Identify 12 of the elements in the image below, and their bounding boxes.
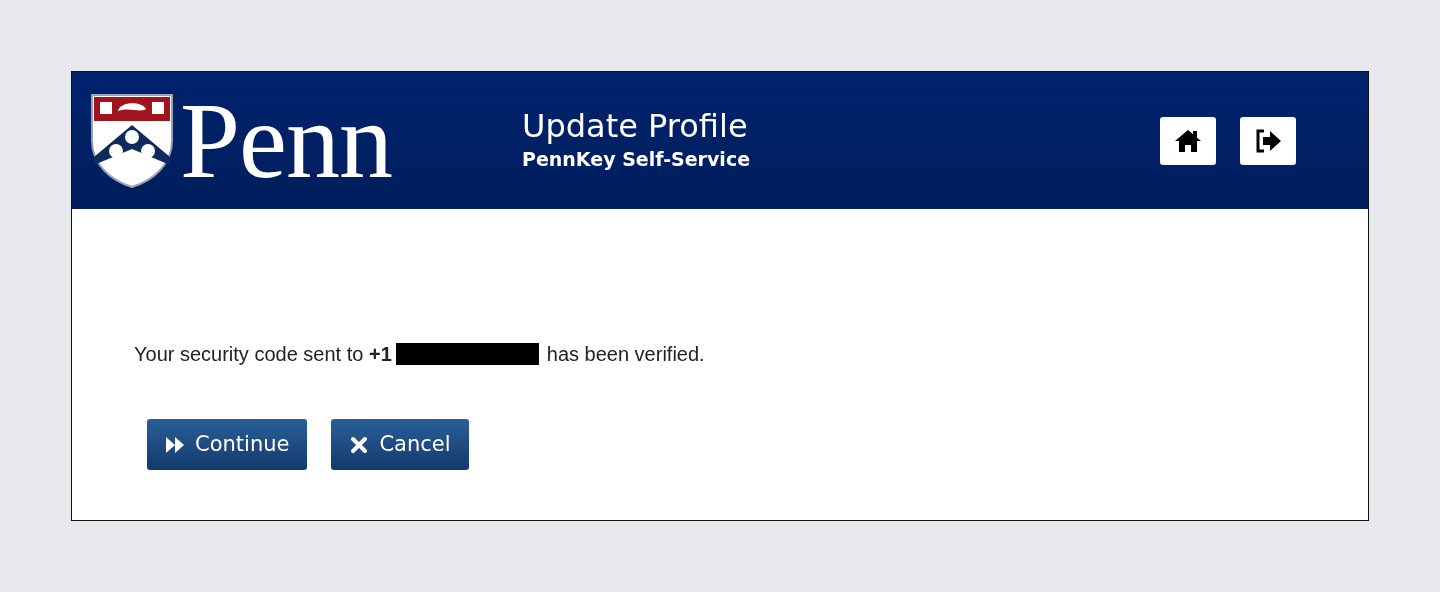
logo-text: Penn: [180, 86, 392, 195]
home-button[interactable]: [1160, 116, 1216, 165]
logout-button[interactable]: [1240, 116, 1296, 165]
message-text: has been verified.: [546, 342, 705, 367]
close-icon: [349, 434, 370, 455]
cancel-button[interactable]: Cancel: [331, 419, 469, 470]
fast-forward-icon: [165, 434, 185, 455]
message-text: Your security code sent to +1: [134, 342, 392, 367]
page-title: Update Profile: [522, 107, 749, 145]
page-subtitle: PennKey Self-Service: [522, 146, 751, 172]
continue-button[interactable]: Continue: [147, 419, 308, 470]
crest-icon: [90, 92, 174, 189]
